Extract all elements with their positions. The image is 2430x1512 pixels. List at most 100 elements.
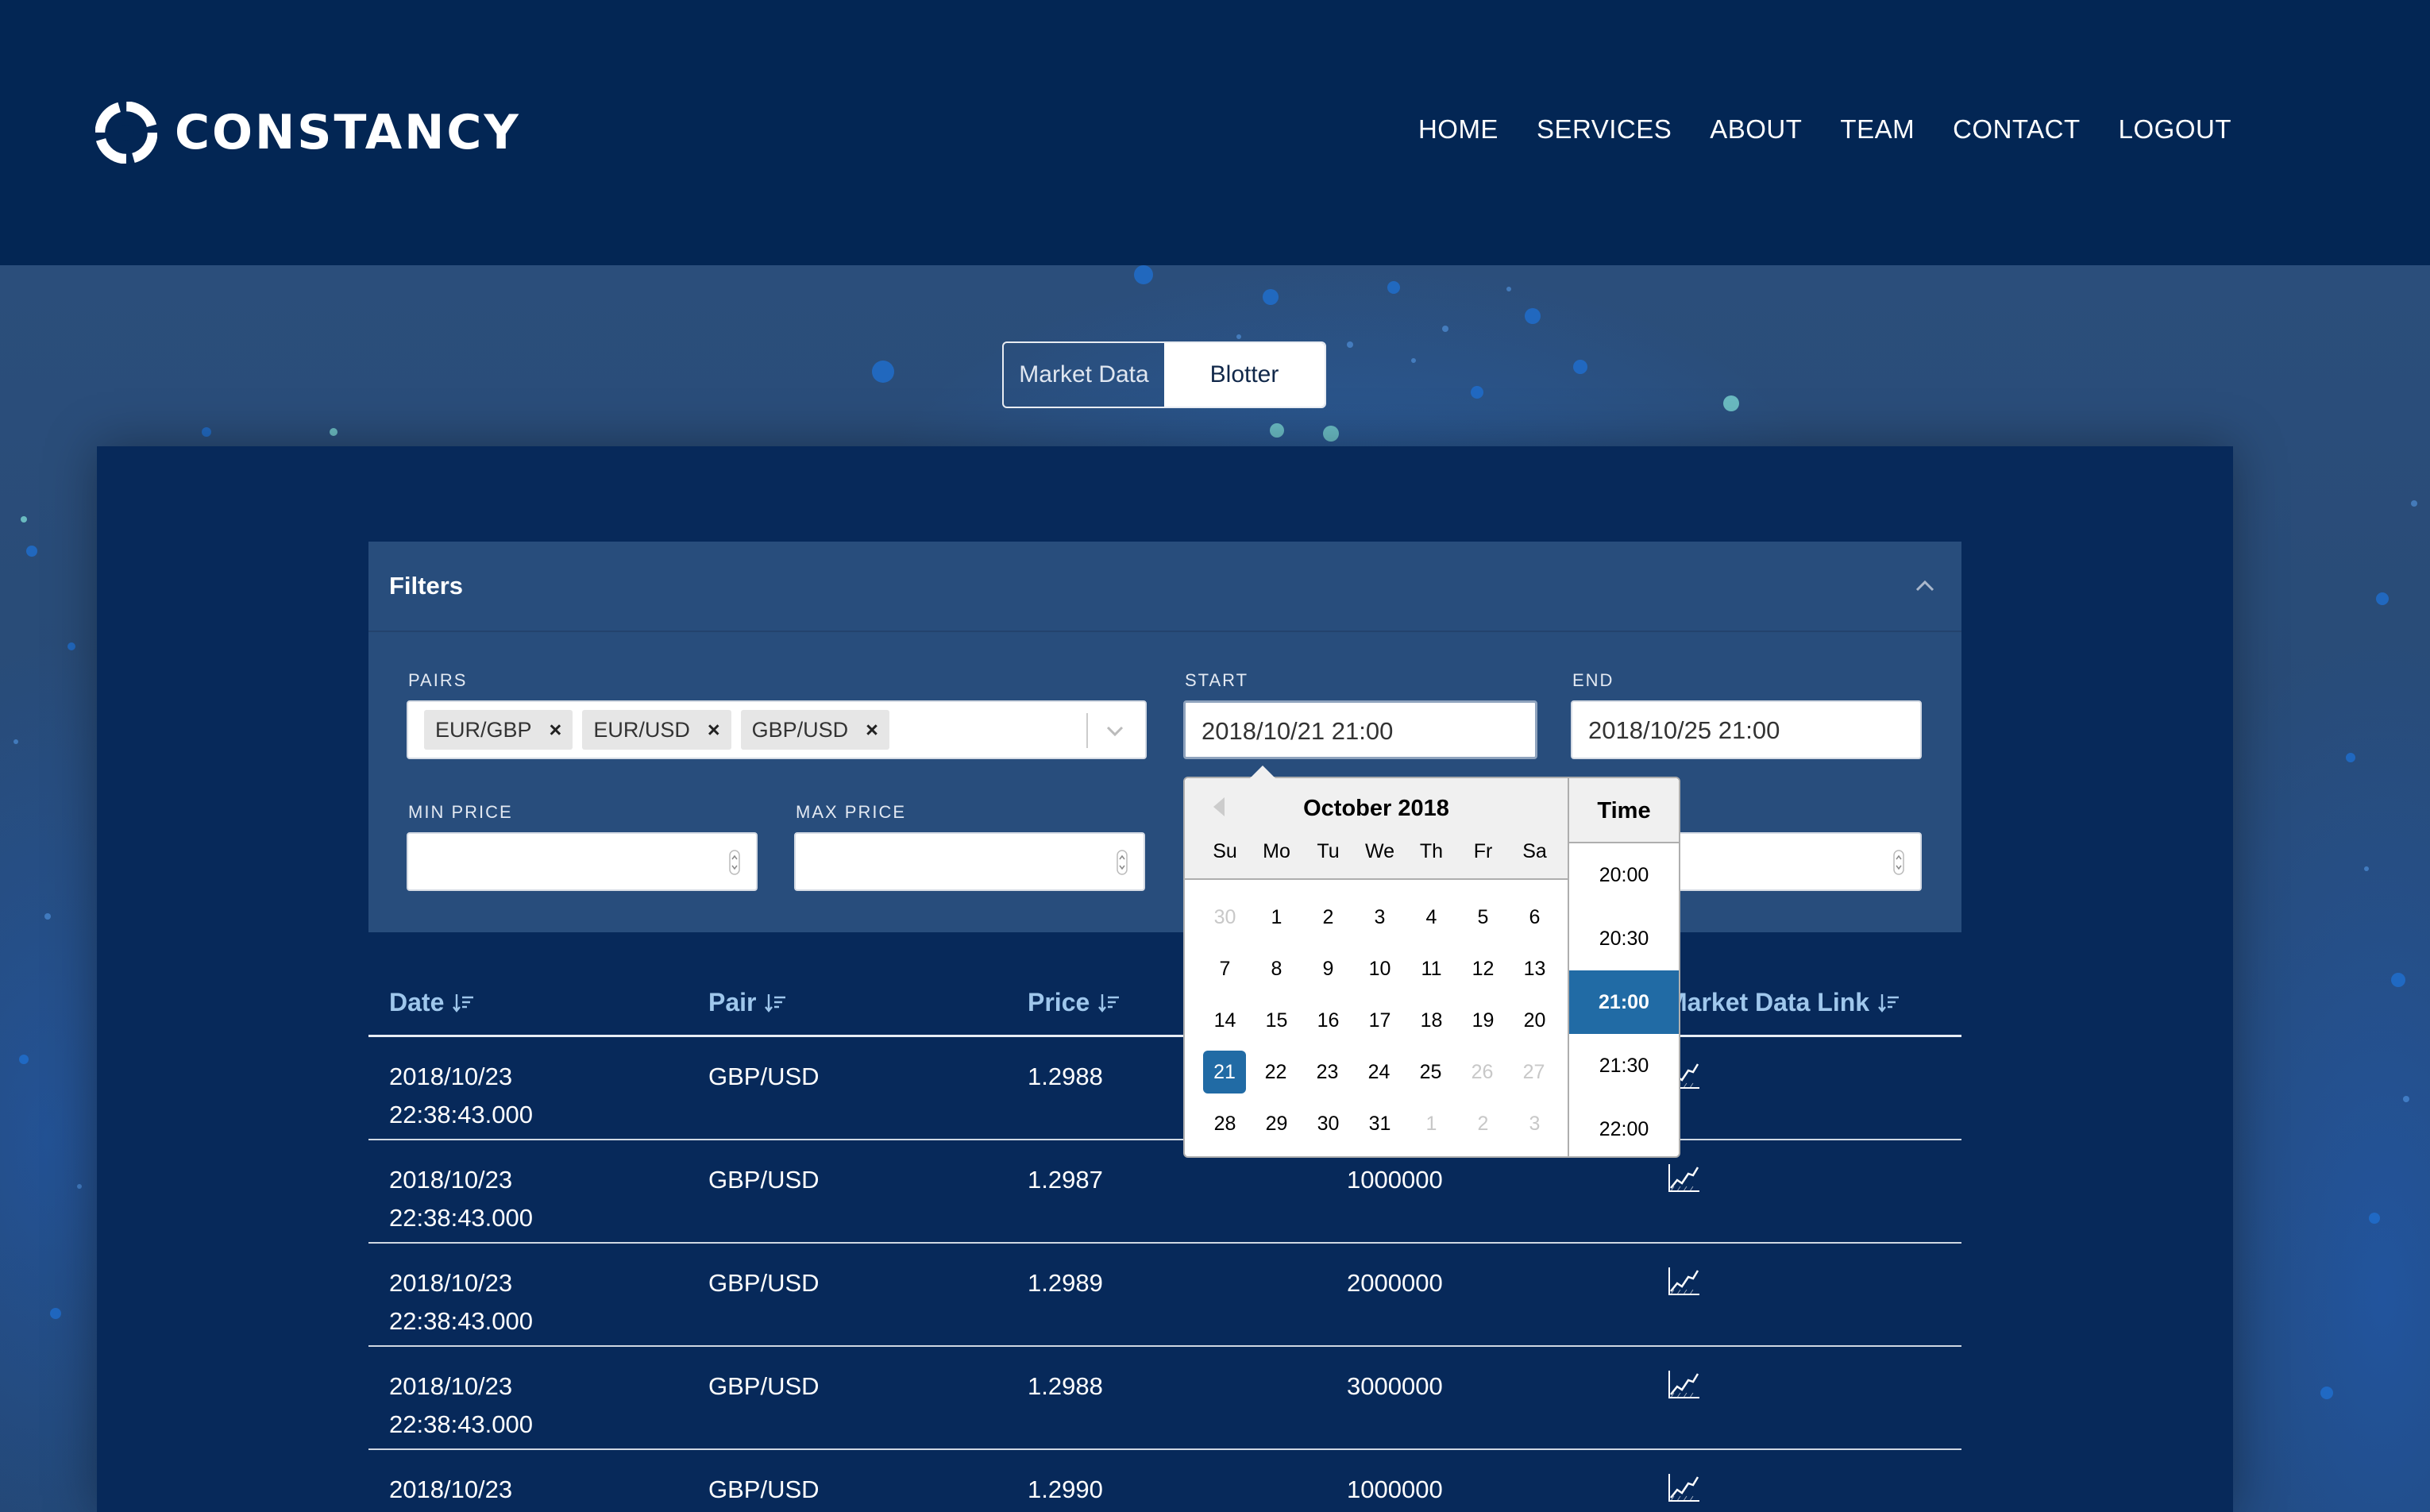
start-date-input[interactable]: 2018/10/21 21:00 xyxy=(1183,700,1537,759)
cell-market-data-link xyxy=(1645,1347,1961,1448)
pair-chip-label: EUR/GBP xyxy=(435,717,532,742)
remove-chip-icon[interactable]: × xyxy=(708,718,720,742)
time-option[interactable]: 20:00 xyxy=(1569,843,1679,907)
filters-header[interactable]: Filters xyxy=(368,542,1961,632)
brand-name: CONSTANCY xyxy=(175,105,521,160)
remove-chip-icon[interactable]: × xyxy=(550,718,562,742)
number-stepper-icon[interactable] xyxy=(729,850,740,875)
calendar-day[interactable]: 30 xyxy=(1199,896,1251,939)
calendar-day[interactable]: 22 xyxy=(1250,1051,1302,1094)
cell-pair: GBP/USD xyxy=(708,1269,820,1297)
calendar-day[interactable]: 3 xyxy=(1509,1102,1560,1145)
calendar-day[interactable]: 1 xyxy=(1406,1102,1457,1145)
nav-logout[interactable]: LOGOUT xyxy=(2119,114,2231,145)
calendar-day[interactable]: 12 xyxy=(1457,947,1509,990)
end-date-input[interactable]: 2018/10/25 21:00 xyxy=(1571,700,1922,759)
calendar-day[interactable]: 10 xyxy=(1354,947,1406,990)
cell-pair: GBP/USD xyxy=(708,1475,820,1503)
number-stepper-icon[interactable] xyxy=(1117,850,1128,875)
nav-contact[interactable]: CONTACT xyxy=(1953,114,2081,145)
number-stepper-icon[interactable] xyxy=(1893,850,1904,875)
col-price-label: Price xyxy=(1028,988,1090,1016)
calendar-day[interactable]: 31 xyxy=(1354,1102,1406,1145)
calendar-day[interactable]: 15 xyxy=(1251,999,1302,1042)
pair-chip: EUR/GBP × xyxy=(424,710,573,750)
line-chart-icon[interactable] xyxy=(1666,1163,1701,1194)
market-data-tab[interactable]: Market Data xyxy=(1004,343,1164,407)
calendar-day[interactable]: 7 xyxy=(1199,947,1251,990)
calendar-day[interactable]: 24 xyxy=(1353,1051,1405,1094)
time-option[interactable]: 20:30 xyxy=(1569,907,1679,970)
sort-icon[interactable] xyxy=(1097,991,1121,1015)
calendar-day[interactable]: 11 xyxy=(1406,947,1457,990)
time-option[interactable]: 22:00 xyxy=(1569,1097,1679,1161)
calendar-day[interactable]: 21 xyxy=(1203,1050,1246,1094)
start-date-value: 2018/10/21 21:00 xyxy=(1202,717,1394,745)
max-price-input[interactable] xyxy=(794,832,1145,891)
calendar-day[interactable]: 20 xyxy=(1509,999,1560,1042)
col-date-label: Date xyxy=(389,988,445,1016)
collapse-chevron-icon[interactable] xyxy=(1909,570,1941,602)
line-chart-icon[interactable] xyxy=(1666,1266,1701,1298)
calendar-day[interactable]: 19 xyxy=(1457,999,1509,1042)
cell-amount: 1000000 xyxy=(1347,1475,1443,1503)
calendar-day[interactable]: 25 xyxy=(1405,1051,1456,1094)
line-chart-icon[interactable] xyxy=(1666,1472,1701,1504)
col-pair-header[interactable]: Pair xyxy=(688,988,1007,1017)
cell-amount: 3000000 xyxy=(1347,1372,1443,1400)
calendar-week: 30 1 2 3 4 5 6 xyxy=(1199,891,1560,943)
table-row: 2018/10/23 22:38:43.000 GBP/USD 1.2990 10000… xyxy=(368,1450,1961,1512)
time-option[interactable]: 21:30 xyxy=(1569,1034,1679,1097)
calendar-day[interactable]: 29 xyxy=(1251,1102,1302,1145)
calendar-day[interactable]: 6 xyxy=(1509,896,1560,939)
sort-icon[interactable] xyxy=(1877,991,1901,1015)
blotter-tab[interactable]: Blotter xyxy=(1164,343,1325,407)
calendar-day[interactable]: 1 xyxy=(1251,896,1302,939)
brand-logo-icon xyxy=(95,102,157,164)
calendar-day[interactable]: 27 xyxy=(1508,1051,1560,1094)
nav-about[interactable]: ABOUT xyxy=(1710,114,1802,145)
col-market-data-link-header[interactable]: Market Data Link xyxy=(1645,988,1961,1017)
min-price-input[interactable] xyxy=(407,832,758,891)
chevron-down-icon[interactable] xyxy=(1099,715,1131,746)
blotter-panel: Filters PAIRS EUR/GBP × EUR/USD × GBP/USD ×… xyxy=(97,446,2233,1512)
col-pair-label: Pair xyxy=(708,988,757,1016)
filters-panel: Filters PAIRS EUR/GBP × EUR/USD × GBP/USD ×… xyxy=(368,542,1961,932)
sort-icon[interactable] xyxy=(452,991,476,1015)
calendar-day[interactable]: 28 xyxy=(1199,1102,1251,1145)
calendar-day[interactable]: 9 xyxy=(1302,947,1354,990)
remove-chip-icon[interactable]: × xyxy=(866,718,878,742)
calendar-day[interactable]: 30 xyxy=(1302,1102,1354,1145)
start-label: START xyxy=(1185,670,1249,690)
weekday-label: Tu xyxy=(1317,840,1340,862)
calendar-day[interactable]: 4 xyxy=(1406,896,1457,939)
calendar-day[interactable]: 16 xyxy=(1302,999,1354,1042)
brand[interactable]: CONSTANCY xyxy=(95,102,521,164)
calendar-day[interactable]: 3 xyxy=(1354,896,1406,939)
calendar-day[interactable]: 13 xyxy=(1509,947,1560,990)
min-price-label: MIN PRICE xyxy=(408,802,513,822)
calendar-day[interactable]: 8 xyxy=(1251,947,1302,990)
cell-date: 2018/10/23 22:38:43.000 xyxy=(368,1244,688,1345)
calendar-day[interactable]: 2 xyxy=(1457,1102,1509,1145)
time-option[interactable]: 21:00 xyxy=(1569,970,1679,1034)
pairs-select[interactable]: EUR/GBP × EUR/USD × GBP/USD × xyxy=(407,700,1147,759)
nav-services[interactable]: SERVICES xyxy=(1537,114,1672,145)
calendar-day[interactable]: 5 xyxy=(1457,896,1509,939)
nav-team[interactable]: TEAM xyxy=(1840,114,1915,145)
cell-date-time: 22:38:43.000 xyxy=(389,1101,534,1128)
col-date-header[interactable]: Date xyxy=(368,988,688,1017)
calendar-day[interactable]: 26 xyxy=(1456,1051,1508,1094)
nav-home[interactable]: HOME xyxy=(1418,114,1498,145)
calendar-day[interactable]: 14 xyxy=(1199,999,1251,1042)
table-body: 2018/10/23 22:38:43.000 GBP/USD 1.2988 2018/… xyxy=(368,1037,1961,1512)
calendar-day[interactable]: 17 xyxy=(1354,999,1406,1042)
calendar-day[interactable]: 18 xyxy=(1406,999,1457,1042)
table-header: Date Pair Price Market Data Link xyxy=(368,970,1961,1037)
line-chart-icon[interactable] xyxy=(1666,1369,1701,1401)
calendar-day[interactable]: 23 xyxy=(1302,1051,1353,1094)
cell-date-time: 22:38:43.000 xyxy=(389,1509,688,1512)
calendar-day[interactable]: 2 xyxy=(1302,896,1354,939)
sort-icon[interactable] xyxy=(764,991,788,1015)
cell-date: 2018/10/23 22:38:43.000 xyxy=(368,1450,688,1512)
